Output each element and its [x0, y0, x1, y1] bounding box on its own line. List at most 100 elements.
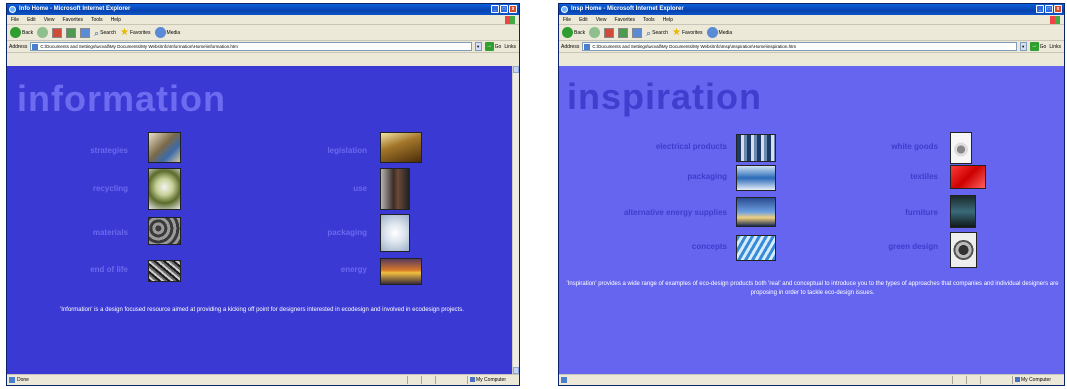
link-electrical-products[interactable]: electrical products — [656, 142, 727, 151]
link-materials[interactable]: materials — [93, 228, 128, 237]
status-text: Done — [17, 377, 29, 383]
ie-icon — [561, 6, 568, 13]
search-button[interactable]: ⌕ Search — [94, 28, 116, 38]
media-icon — [706, 27, 718, 38]
thumbnail-concepts[interactable] — [736, 235, 776, 261]
thumbnail-materials[interactable] — [148, 217, 181, 245]
status-segment — [435, 376, 449, 384]
menu-file[interactable]: File — [11, 15, 19, 24]
security-zone: My Computer — [467, 376, 515, 384]
page-description: 'Information' is a design focused resour… — [60, 307, 464, 313]
refresh-button[interactable] — [66, 27, 77, 38]
back-button[interactable]: Back — [562, 27, 585, 38]
thumbnail-alternative-energy-supplies[interactable] — [736, 197, 776, 227]
link-use[interactable]: use — [353, 184, 367, 193]
home-button[interactable] — [80, 27, 91, 38]
forward-button[interactable] — [589, 27, 601, 38]
link-energy[interactable]: energy — [341, 265, 367, 274]
stop-button[interactable] — [52, 27, 63, 38]
minimize-button[interactable]: _ — [491, 5, 499, 13]
close-button[interactable]: x — [509, 5, 517, 13]
link-concepts[interactable]: concepts — [692, 242, 727, 251]
address-dropdown-button[interactable]: ▼ — [1019, 42, 1027, 51]
menu-edit[interactable]: Edit — [579, 15, 588, 24]
media-button[interactable]: Media — [706, 27, 732, 38]
title-bar[interactable]: Info Home - Microsoft Internet Explorer … — [7, 4, 519, 15]
link-furniture[interactable]: furniture — [905, 208, 938, 217]
thumbnail-use[interactable] — [380, 168, 410, 210]
menu-bar: File Edit View Favorites Tools Help — [7, 15, 519, 25]
thumbnail-recycling[interactable] — [148, 168, 181, 210]
status-segment — [980, 376, 994, 384]
thumbnail-furniture[interactable] — [950, 195, 976, 228]
link-recycling[interactable]: recycling — [93, 184, 128, 193]
thumbnail-legislation[interactable] — [380, 132, 422, 163]
menu-tools[interactable]: Tools — [643, 15, 655, 24]
menu-favorites[interactable]: Favorites — [614, 15, 635, 24]
go-arrow-icon: → — [484, 42, 494, 51]
link-end-of-life[interactable]: end of life — [90, 265, 128, 274]
menu-help[interactable]: Help — [663, 15, 673, 24]
links-button[interactable]: Links — [504, 44, 519, 50]
scroll-down-button[interactable] — [513, 367, 519, 374]
address-input[interactable]: C:\Documents and Settings\wcvall\My Docu… — [30, 42, 472, 51]
thumbnail-white-goods[interactable] — [950, 132, 972, 164]
menu-file[interactable]: File — [563, 15, 571, 24]
page-description: 'Inspiration' provides a wide range of e… — [566, 281, 1059, 296]
thumbnail-green-design[interactable] — [950, 232, 977, 268]
maximize-button[interactable]: □ — [500, 5, 508, 13]
favorites-button[interactable]: ★ Favorites — [672, 27, 703, 38]
link-alternative-energy-supplies[interactable]: alternative energy supplies — [624, 208, 727, 217]
menu-help[interactable]: Help — [111, 15, 121, 24]
refresh-button[interactable] — [618, 27, 629, 38]
security-zone: My Computer — [1012, 376, 1060, 384]
links-button[interactable]: Links — [1049, 44, 1064, 50]
link-textiles[interactable]: textiles — [910, 172, 938, 181]
menu-tools[interactable]: Tools — [91, 15, 103, 24]
menu-edit[interactable]: Edit — [27, 15, 36, 24]
back-arrow-icon — [10, 27, 21, 38]
link-packaging[interactable]: packaging — [327, 228, 367, 237]
minimize-button[interactable]: _ — [1036, 5, 1044, 13]
title-bar[interactable]: Insp Home - Microsoft Internet Explorer … — [559, 4, 1064, 15]
maximize-button[interactable]: □ — [1045, 5, 1053, 13]
close-button[interactable]: x — [1054, 5, 1062, 13]
search-button[interactable]: ⌕ Search — [646, 28, 668, 38]
thumbnail-packaging[interactable] — [380, 214, 410, 252]
thumbnail-strategies[interactable] — [148, 132, 181, 163]
go-button[interactable]: → Go — [1029, 42, 1046, 51]
stop-button[interactable] — [604, 27, 615, 38]
forward-button[interactable] — [37, 27, 49, 38]
windows-logo-icon — [505, 16, 515, 24]
scroll-up-button[interactable] — [513, 66, 519, 73]
menu-view[interactable]: View — [596, 15, 607, 24]
link-legislation[interactable]: legislation — [327, 146, 367, 155]
thumbnail-packaging[interactable] — [736, 165, 776, 191]
media-button[interactable]: Media — [154, 27, 180, 38]
favorites-button[interactable]: ★ Favorites — [120, 27, 151, 38]
vertical-scrollbar[interactable] — [512, 66, 519, 374]
ie-window-information: Info Home - Microsoft Internet Explorer … — [6, 3, 520, 386]
thumbnail-electrical-products[interactable] — [736, 134, 776, 162]
go-button[interactable]: → Go — [484, 42, 501, 51]
link-white-goods[interactable]: white goods — [891, 142, 938, 151]
link-green-design[interactable]: green design — [888, 242, 938, 251]
address-input[interactable]: C:\Documents and Settings\wcvall\My Docu… — [582, 42, 1017, 51]
address-dropdown-button[interactable]: ▼ — [474, 42, 482, 51]
status-bar: My Computer — [559, 374, 1064, 385]
search-icon: ⌕ — [94, 27, 100, 38]
ie-window-inspiration: Insp Home - Microsoft Internet Explorer … — [558, 3, 1065, 386]
menu-view[interactable]: View — [44, 15, 55, 24]
thumbnail-energy[interactable] — [380, 258, 422, 285]
back-button[interactable]: Back — [10, 27, 33, 38]
home-button[interactable] — [632, 27, 643, 38]
link-packaging[interactable]: packaging — [687, 172, 727, 181]
thumbnail-textiles[interactable] — [950, 165, 986, 189]
window-title: Info Home - Microsoft Internet Explorer — [19, 6, 131, 12]
thumbnail-end-of-life[interactable] — [148, 260, 181, 282]
done-page-icon — [9, 377, 15, 383]
page-heading: inspiration — [567, 76, 763, 117]
menu-favorites[interactable]: Favorites — [62, 15, 83, 24]
toolbar: Back ⌕ Search ★ Favorites Media — [7, 25, 519, 41]
link-strategies[interactable]: strategies — [90, 146, 128, 155]
